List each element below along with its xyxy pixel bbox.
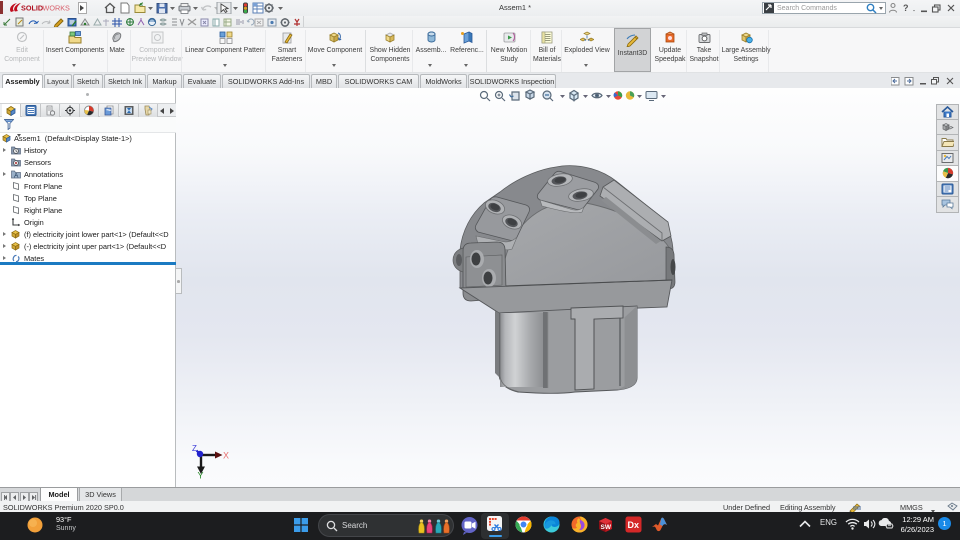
svg-text:?: ?: [903, 3, 909, 13]
svg-text:X: X: [223, 451, 229, 461]
svg-text:A: A: [14, 173, 19, 180]
svg-text:Z: Z: [192, 444, 197, 453]
svg-text:WORKS: WORKS: [43, 4, 71, 13]
svg-text:Dx: Dx: [628, 520, 640, 530]
svg-text:SW: SW: [601, 524, 612, 531]
svg-text:Y: Y: [198, 471, 204, 481]
svg-text:SOLID: SOLID: [21, 4, 43, 13]
